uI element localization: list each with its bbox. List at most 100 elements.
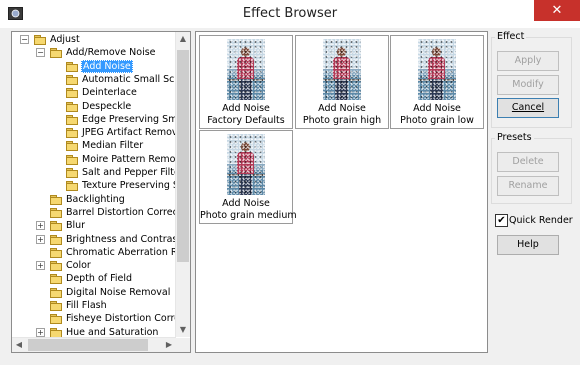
tree-item[interactable]: Deinterlace xyxy=(12,86,176,99)
tree-item-label: Color xyxy=(66,260,91,272)
tree-item-label: Brightness and Contrast xyxy=(66,233,176,245)
tree-item-label: Hue and Saturation xyxy=(66,326,159,337)
scroll-down-arrow-icon[interactable]: ▼ xyxy=(176,323,190,337)
preset-grid: Add Noise Factory Defaults Add Noise Photo … xyxy=(195,31,488,353)
tree-item[interactable]: Fill Flash xyxy=(12,299,176,312)
rename-button-label: Rename xyxy=(508,180,548,191)
folder-icon xyxy=(50,327,62,337)
preset-effect-name: Add Noise xyxy=(318,103,366,114)
rename-button[interactable]: Rename xyxy=(497,176,559,196)
folder-icon xyxy=(66,128,78,139)
tree-item[interactable]: − Add/Remove Noise xyxy=(12,46,176,59)
tree-item[interactable]: Chromatic Aberration Removal xyxy=(12,246,176,259)
cancel-button-label: Cancel xyxy=(511,102,545,113)
tree-item-label: Chromatic Aberration Removal xyxy=(66,246,176,258)
folder-icon xyxy=(50,247,62,258)
tree-item-label: Blur xyxy=(66,220,86,232)
tree-item-label: Adjust xyxy=(50,34,80,45)
tree-vertical-scroll-thumb[interactable] xyxy=(177,50,189,262)
tree-item[interactable]: Edge Preserving Smooth xyxy=(12,113,176,126)
preset-effect-name: Add Noise xyxy=(222,103,270,114)
quick-render-label[interactable]: Quick Render xyxy=(509,214,573,227)
tree-item[interactable]: + Color xyxy=(12,259,176,272)
preset-name: Photo grain medium xyxy=(200,210,297,221)
modify-button[interactable]: Modify xyxy=(497,75,559,95)
preset-name: Photo grain low xyxy=(400,115,474,126)
tree-item[interactable]: Barrel Distortion Correction xyxy=(12,206,176,219)
folder-icon xyxy=(50,48,62,59)
folder-icon xyxy=(50,314,62,325)
delete-button-label: Delete xyxy=(512,156,544,167)
tree-item[interactable]: Despeckle xyxy=(12,100,176,113)
close-button[interactable]: ✕ xyxy=(534,0,580,21)
tree-item[interactable]: Add Noise xyxy=(12,59,176,73)
preset-effect-name: Add Noise xyxy=(222,198,270,209)
apply-button[interactable]: Apply xyxy=(497,51,559,71)
folder-icon xyxy=(50,287,62,298)
folder-icon xyxy=(50,194,62,205)
scroll-up-arrow-icon[interactable]: ▲ xyxy=(176,32,190,46)
tree-item[interactable]: Digital Noise Removal xyxy=(12,286,176,299)
quick-render-checkbox[interactable]: ✔ xyxy=(495,214,508,227)
preset-thumbnail xyxy=(227,134,265,195)
tree-item[interactable]: + Blur xyxy=(12,219,176,232)
preset-tile[interactable]: Add Noise Photo grain medium xyxy=(199,130,297,224)
tree-item[interactable]: JPEG Artifact Removal xyxy=(12,126,176,139)
folder-icon xyxy=(66,141,78,152)
tree-item-label: Fisheye Distortion Correction xyxy=(66,313,176,325)
tree-item-label: Automatic Small Scratch Removal xyxy=(82,73,176,85)
preset-thumbnail xyxy=(418,39,456,100)
tree-item[interactable]: Automatic Small Scratch Removal xyxy=(12,73,176,86)
tree-item-label: Fill Flash xyxy=(66,300,107,311)
tree-vertical-scrollbar[interactable]: ▲ ▼ xyxy=(175,32,190,337)
scroll-left-arrow-icon[interactable]: ◀ xyxy=(12,338,26,352)
cancel-button[interactable]: Cancel xyxy=(497,98,559,118)
folder-icon xyxy=(66,181,78,192)
tree-item[interactable]: Texture Preserving Smooth xyxy=(12,179,176,192)
open-folder-icon xyxy=(66,61,78,72)
preset-tile[interactable]: Add Noise Photo grain low xyxy=(390,35,484,129)
tree-item[interactable]: Median Filter xyxy=(12,139,176,152)
expand-icon[interactable]: + xyxy=(36,327,45,337)
folder-icon xyxy=(66,154,78,165)
folder-icon xyxy=(50,274,62,285)
tree-item[interactable]: Depth of Field xyxy=(12,272,176,285)
preset-name: Factory Defaults xyxy=(207,115,285,126)
expand-icon[interactable]: + xyxy=(36,221,45,231)
tree-item[interactable]: + Brightness and Contrast xyxy=(12,233,176,246)
folder-icon xyxy=(34,35,46,45)
modify-button-label: Modify xyxy=(512,79,544,90)
folder-icon xyxy=(50,301,62,311)
tree-item[interactable]: Salt and Pepper Filter xyxy=(12,166,176,179)
expand-icon[interactable]: + xyxy=(36,261,45,271)
tree-horizontal-scroll-thumb[interactable] xyxy=(28,339,148,351)
preset-tile[interactable]: Add Noise Factory Defaults xyxy=(199,35,293,129)
tree-item-label: JPEG Artifact Removal xyxy=(82,127,176,139)
preset-tile[interactable]: Add Noise Photo grain high xyxy=(295,35,389,129)
tree-item[interactable]: Moire Pattern Removal xyxy=(12,153,176,166)
delete-button[interactable]: Delete xyxy=(497,152,559,172)
tree-item-label: Moire Pattern Removal xyxy=(82,153,176,165)
preset-name: Photo grain high xyxy=(302,115,382,126)
tree-item-label: Despeckle xyxy=(82,100,132,112)
scrollbar-corner xyxy=(176,338,190,352)
tree-item[interactable]: − Adjust xyxy=(12,33,176,46)
tree-item-label: Depth of Field xyxy=(66,273,133,285)
folder-icon xyxy=(66,88,78,99)
tree-item-label: Backlighting xyxy=(66,193,125,205)
tree-item[interactable]: Backlighting xyxy=(12,193,176,206)
collapse-icon[interactable]: − xyxy=(36,48,45,58)
expand-icon[interactable]: + xyxy=(36,234,45,244)
preset-effect-name: Add Noise xyxy=(413,103,461,114)
collapse-icon[interactable]: − xyxy=(20,35,29,44)
folder-icon xyxy=(66,74,78,85)
help-button[interactable]: Help xyxy=(497,235,559,255)
tree-item[interactable]: + Hue and Saturation xyxy=(12,326,176,337)
tree-item-label: Barrel Distortion Correction xyxy=(66,206,176,218)
presets-group-title: Presets xyxy=(495,132,534,143)
tree-item[interactable]: Fisheye Distortion Correction xyxy=(12,312,176,325)
title-bar: Effect Browser ✕ xyxy=(0,0,580,29)
tree-horizontal-scrollbar[interactable]: ◀ ▶ xyxy=(12,337,176,352)
scroll-right-arrow-icon[interactable]: ▶ xyxy=(162,338,176,352)
folder-icon xyxy=(66,101,78,112)
